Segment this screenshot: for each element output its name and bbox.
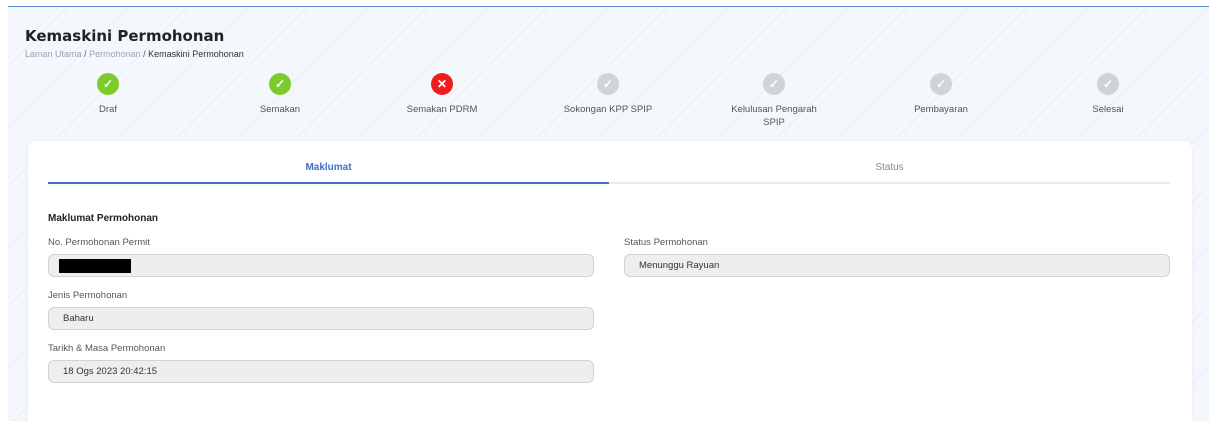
check-icon: ✓	[597, 73, 619, 95]
no-permohonan-field: No. Permohonan Permit	[48, 237, 594, 277]
step-selesai: ✓ Selesai	[1038, 73, 1178, 116]
step-kelulusan-pengarah-spip: ✓ Kelulusan Pengarah SPIP	[704, 73, 844, 129]
check-icon: ✓	[1097, 73, 1119, 95]
status-permohonan-field: Status Permohonan Menunggu Rayuan	[624, 237, 1170, 277]
breadcrumb-separator: /	[143, 49, 146, 59]
field-label: No. Permohonan Permit	[48, 237, 150, 248]
page-title: Kemaskini Permohonan	[25, 27, 225, 45]
check-icon: ✓	[269, 73, 291, 95]
tarikh-masa-field: Tarikh & Masa Permohonan 18 Ogs 2023 20:…	[48, 343, 594, 383]
breadcrumb: Laman Utama / Permohonan / Kemaskini Per…	[25, 49, 244, 59]
step-sokongan-kpp-spip: ✓ Sokongan KPP SPIP	[538, 73, 678, 116]
step-label: Semakan PDRM	[406, 104, 478, 115]
jenis-permohonan-field: Jenis Permohonan Baharu	[48, 290, 594, 330]
field-label: Jenis Permohonan	[48, 290, 128, 301]
step-label: Kelulusan Pengarah SPIP	[731, 104, 817, 128]
breadcrumb-home-link[interactable]: Laman Utama	[25, 49, 82, 59]
section-title: Maklumat Permohonan	[48, 213, 159, 224]
status-permohonan-input[interactable]: Menunggu Rayuan	[624, 254, 1170, 277]
page-frame: Kemaskini Permohonan Laman Utama / Permo…	[8, 6, 1209, 421]
step-label: Sokongan KPP SPIP	[563, 104, 653, 115]
step-label: Pembayaran	[914, 104, 968, 115]
check-icon: ✓	[97, 73, 119, 95]
progress-stepper: ✓ Draf ✓ Semakan ✕ Semakan PDRM ✓ Sokong…	[8, 73, 1209, 133]
tab-status[interactable]: Status	[609, 162, 1170, 184]
step-semakan: ✓ Semakan	[210, 73, 350, 116]
field-label: Tarikh & Masa Permohonan	[48, 343, 166, 354]
step-draf: ✓ Draf	[38, 73, 178, 116]
tab-maklumat[interactable]: Maklumat	[48, 162, 609, 184]
jenis-permohonan-input[interactable]: Baharu	[48, 307, 594, 330]
content-card: Maklumat Status Maklumat Permohonan No. …	[28, 141, 1192, 421]
redacted-value	[59, 258, 131, 273]
tab-bar: Maklumat Status	[48, 162, 1170, 184]
page-header: Kemaskini Permohonan Laman Utama / Permo…	[25, 27, 244, 59]
step-label: Draf	[99, 104, 117, 115]
check-icon: ✓	[763, 73, 785, 95]
step-label: Semakan	[259, 104, 301, 115]
step-semakan-pdrm: ✕ Semakan PDRM	[372, 73, 512, 116]
step-pembayaran: ✓ Pembayaran	[871, 73, 1011, 116]
check-icon: ✓	[930, 73, 952, 95]
step-label: Selesai	[1092, 104, 1124, 115]
no-permohonan-input[interactable]	[48, 254, 594, 277]
breadcrumb-permohonan-link[interactable]: Permohonan	[89, 49, 141, 59]
field-label: Status Permohonan	[624, 237, 708, 248]
tarikh-masa-input[interactable]: 18 Ogs 2023 20:42:15	[48, 360, 594, 383]
breadcrumb-separator: /	[84, 49, 87, 59]
breadcrumb-current: Kemaskini Permohonan	[148, 49, 244, 59]
cross-icon: ✕	[431, 73, 453, 95]
